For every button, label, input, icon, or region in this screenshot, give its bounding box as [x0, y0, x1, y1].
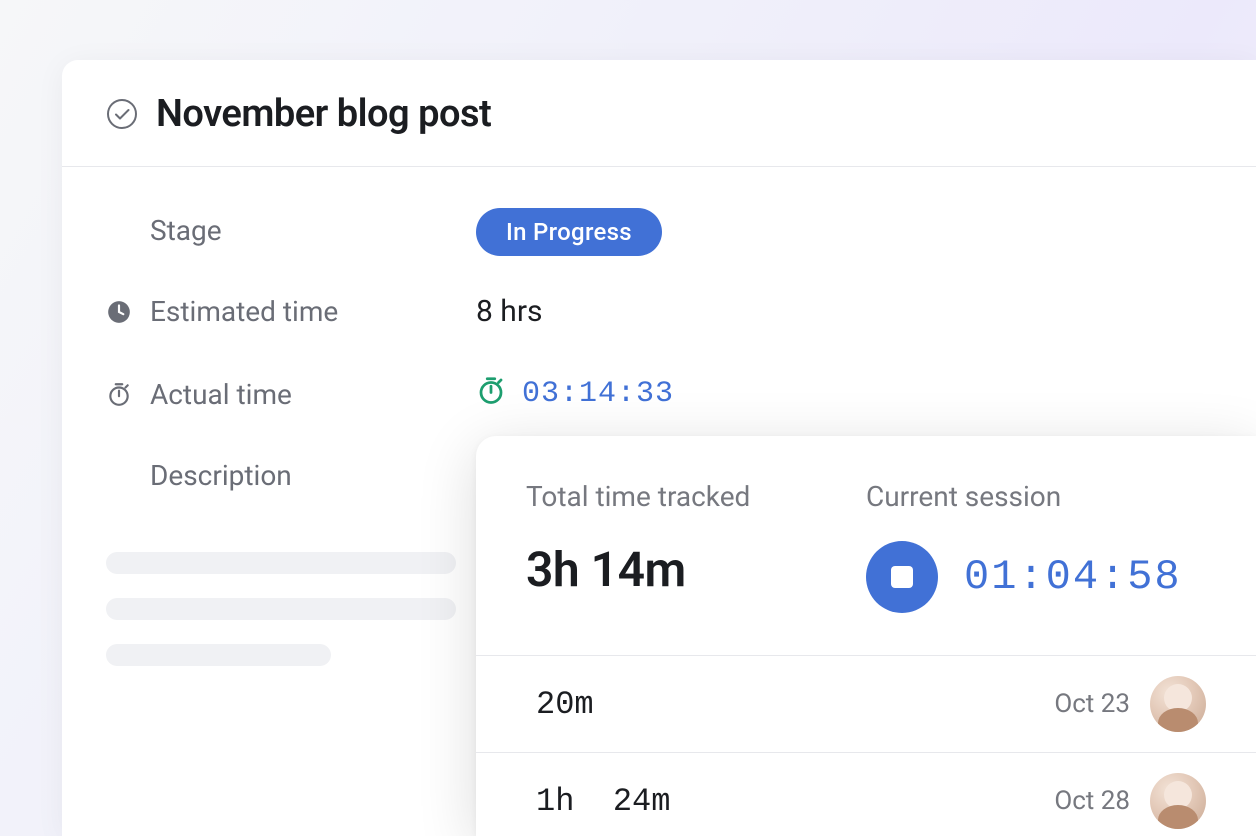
total-time-value: 3h 14m: [526, 541, 866, 598]
stage-label: Stage: [150, 214, 222, 247]
clock-icon: [106, 299, 132, 325]
field-estimated-time: Estimated time 8 hrs: [106, 294, 1212, 329]
log-duration: 1h 24m: [536, 783, 1054, 820]
estimated-label: Estimated time: [150, 295, 338, 328]
log-date: Oct 28: [1054, 786, 1130, 816]
time-log-row[interactable]: 20m Oct 23: [476, 656, 1256, 753]
field-actual-time: Actual time 03:14:33: [106, 375, 1212, 413]
log-duration: 20m: [536, 686, 1054, 723]
time-log-row[interactable]: 1h 24m Oct 28: [476, 753, 1256, 836]
field-stage: Stage In Progress: [106, 213, 1212, 248]
time-tracking-panel: Total time tracked 3h 14m Current sessio…: [476, 436, 1256, 836]
description-label: Description: [150, 459, 292, 492]
stop-icon: [891, 566, 913, 588]
current-session-value: 01:04:58: [964, 553, 1182, 601]
current-session-block: Current session 01:04:58: [866, 480, 1206, 613]
skeleton-line: [106, 598, 456, 620]
task-title: November blog post: [156, 92, 491, 136]
time-log-list: 20m Oct 23 1h 24m Oct 28: [476, 655, 1256, 836]
actual-value[interactable]: 03:14:33: [522, 377, 674, 411]
total-time-block: Total time tracked 3h 14m: [526, 480, 866, 613]
skeleton-line: [106, 552, 456, 574]
stopwatch-active-icon: [476, 375, 506, 413]
stage-pill[interactable]: In Progress: [476, 208, 662, 256]
total-time-label: Total time tracked: [526, 480, 866, 513]
check-circle-icon[interactable]: [106, 98, 138, 130]
log-date: Oct 23: [1054, 689, 1130, 719]
actual-label: Actual time: [150, 378, 292, 411]
stop-timer-button[interactable]: [866, 541, 938, 613]
estimated-value[interactable]: 8 hrs: [476, 294, 542, 329]
task-header: November blog post: [62, 60, 1256, 167]
stopwatch-icon: [106, 381, 132, 407]
skeleton-line: [106, 644, 331, 666]
avatar[interactable]: [1150, 773, 1206, 829]
current-session-label: Current session: [866, 480, 1206, 513]
avatar[interactable]: [1150, 676, 1206, 732]
